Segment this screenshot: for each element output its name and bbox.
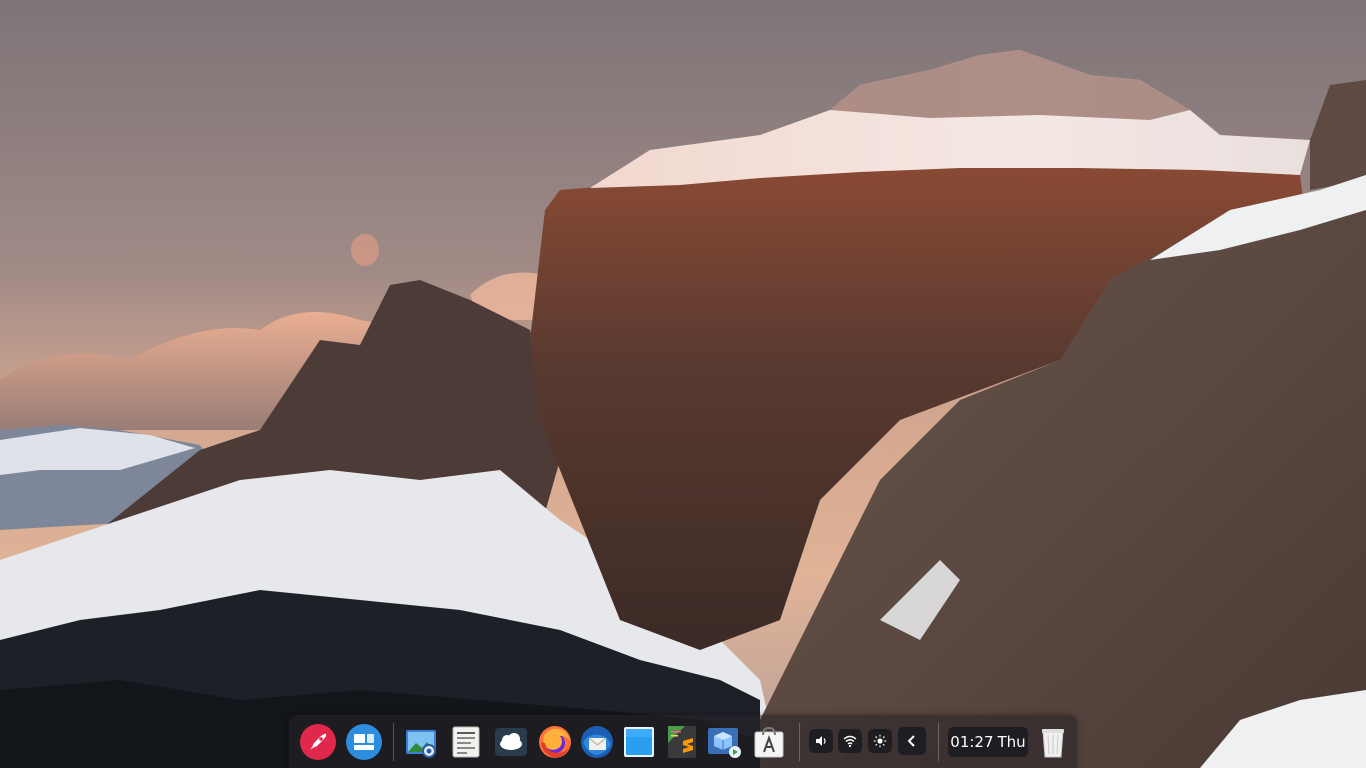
dock-separator bbox=[799, 723, 800, 761]
dock-separator bbox=[938, 723, 939, 761]
firefox-app[interactable] bbox=[536, 723, 574, 761]
mail-client-icon bbox=[581, 726, 613, 758]
package-installer-app[interactable] bbox=[705, 723, 743, 761]
wifi-button[interactable] bbox=[838, 729, 862, 753]
volume-icon bbox=[816, 736, 826, 746]
brightness-icon bbox=[873, 734, 887, 748]
brightness-button[interactable] bbox=[868, 729, 892, 753]
text-editor-icon bbox=[452, 726, 480, 758]
app-store-app[interactable] bbox=[750, 723, 788, 761]
sublime-text-app[interactable] bbox=[663, 723, 701, 761]
multitasking-view-icon bbox=[346, 724, 382, 760]
desktop-wallpaper bbox=[0, 0, 1366, 768]
launcher-button[interactable] bbox=[299, 723, 337, 761]
wifi-icon bbox=[843, 735, 857, 748]
image-viewer-app[interactable] bbox=[402, 723, 440, 761]
nextcloud-app[interactable] bbox=[492, 723, 530, 761]
text-editor-app[interactable] bbox=[447, 723, 485, 761]
launcher-rocket-icon bbox=[300, 724, 336, 760]
clock-day: Thu bbox=[997, 733, 1026, 751]
clock-widget[interactable]: 01:27 Thu bbox=[948, 727, 1028, 757]
mail-client-app[interactable] bbox=[578, 723, 616, 761]
tray-collapse-button[interactable] bbox=[898, 727, 926, 755]
firefox-icon bbox=[539, 726, 571, 758]
multitasking-view-button[interactable] bbox=[345, 723, 383, 761]
blue-app[interactable] bbox=[620, 723, 658, 761]
volume-button[interactable] bbox=[809, 729, 833, 753]
dock-panel: 01:27 Thu bbox=[289, 715, 1077, 768]
trash-button[interactable] bbox=[1034, 723, 1072, 761]
chevron-left-icon bbox=[907, 735, 915, 747]
sublime-text-icon bbox=[668, 726, 696, 758]
package-installer-icon bbox=[708, 728, 741, 758]
image-viewer-icon bbox=[406, 730, 436, 758]
dock-separator bbox=[393, 723, 394, 761]
nextcloud-icon bbox=[495, 728, 527, 756]
clock-time: 01:27 bbox=[950, 733, 994, 751]
trash-icon bbox=[1042, 729, 1064, 758]
blue-app-icon bbox=[624, 727, 654, 757]
app-store-icon bbox=[754, 726, 784, 758]
